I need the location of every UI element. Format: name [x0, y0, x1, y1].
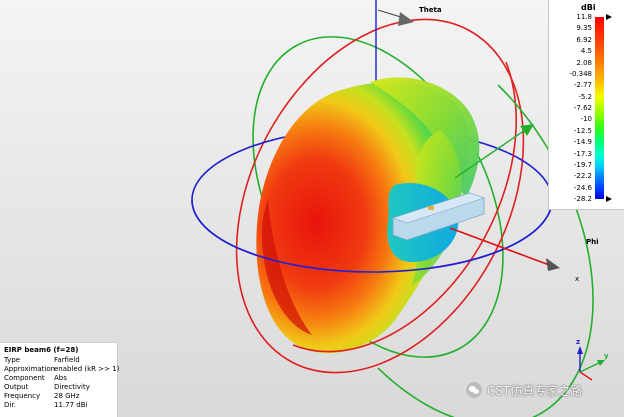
info-key: Dir.	[4, 401, 16, 409]
legend-max-marker-icon	[606, 14, 612, 20]
legend-color-bar	[595, 17, 604, 199]
info-row: Output Directivity	[4, 383, 113, 392]
wechat-logo-icon	[466, 382, 482, 398]
info-value: enabled (kR >> 1)	[54, 365, 120, 373]
info-key: Approximation	[4, 365, 56, 373]
theta-label: Theta	[419, 6, 442, 14]
legend-tick-label: -24.6	[573, 183, 592, 192]
legend-tick-label: -22.2	[573, 172, 592, 181]
legend-tick-label: -14.9	[573, 138, 592, 147]
legend-tick-label: -7.62	[573, 104, 592, 112]
info-row: Approximation enabled (kR >> 1)	[4, 365, 119, 374]
legend-tick-label: -10	[580, 115, 592, 124]
info-value: 28 GHz	[54, 392, 80, 400]
legend-min-marker-icon	[606, 196, 612, 202]
info-value: Farfield	[54, 356, 80, 364]
legend-tick-label: -19.7	[573, 160, 592, 169]
info-row: Dir. 11.77 dBi	[4, 401, 113, 410]
info-title: EIRP beam6 (f=28)	[4, 346, 79, 354]
legend-tick-label: 6.92	[576, 35, 592, 44]
info-row: Type Farfield	[4, 356, 113, 365]
color-scale-legend: dBi 11.8 9.35 6.92 4.5 2.08 -0.348 -2.77 -5.2 -7…	[548, 0, 624, 210]
legend-tick-label: -28.2	[573, 195, 592, 203]
watermark: CST仿真专家之路	[466, 381, 582, 399]
coordinate-triad	[577, 346, 605, 381]
info-value: Abs	[54, 374, 67, 382]
info-key: Frequency	[4, 392, 41, 400]
farfield-info-panel: EIRP beam6 (f=28) Type Farfield Approxima…	[0, 342, 119, 417]
legend-tick-label: -12.5	[573, 126, 592, 135]
legend-tick-label: -5.2	[578, 92, 592, 101]
legend-unit: dBi	[581, 3, 596, 12]
legend-tick-label: 9.35	[576, 24, 592, 33]
info-key: Output	[4, 383, 29, 391]
watermark-text: CST仿真专家之路	[487, 383, 583, 398]
triad-y-label: y	[604, 352, 609, 360]
phi-label: Phi	[586, 238, 599, 246]
info-row: Frequency 28 GHz	[4, 392, 113, 401]
x-mark: x	[575, 275, 580, 283]
legend-tick-label: 2.08	[576, 58, 592, 67]
legend-tick-label: -17.3	[573, 149, 592, 158]
legend-tick-label: -2.77	[573, 81, 592, 90]
legend-tick-label: -0.348	[569, 69, 592, 78]
info-value: 11.77 dBi	[54, 401, 88, 409]
legend-tick-label: 11.8	[576, 13, 592, 21]
info-key: Type	[4, 356, 21, 364]
info-value: Directivity	[54, 383, 90, 391]
triad-z-label: z	[576, 338, 581, 346]
info-row: Component Abs	[4, 374, 113, 383]
legend-tick-label: 4.5	[580, 47, 592, 56]
info-key: Component	[4, 374, 45, 382]
